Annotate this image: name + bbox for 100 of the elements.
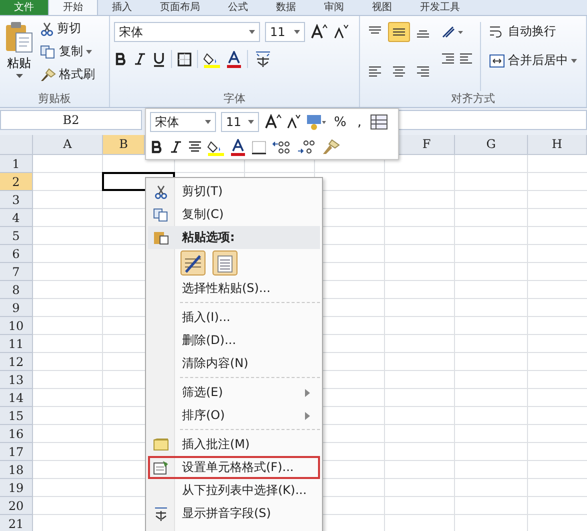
menu-item[interactable]: 删除(D)... — [148, 329, 320, 352]
submenu-arrow-icon — [305, 388, 310, 396]
bold-icon[interactable] — [150, 140, 164, 154]
shrink-font-icon[interactable] — [287, 114, 301, 130]
name-box[interactable]: B2 — [0, 110, 142, 130]
group-label: 剪贴板 — [37, 91, 72, 107]
menu-item[interactable]: 插入批注(M) — [148, 433, 320, 456]
row-header[interactable]: 8 — [0, 281, 33, 299]
font-name-dropdown[interactable]: 宋体 — [114, 22, 260, 42]
menu-item[interactable]: 排序(O) — [148, 404, 320, 427]
menu-item[interactable]: 选择性粘贴(S)... — [148, 277, 320, 300]
menu-item[interactable]: 复制(C) — [148, 203, 320, 226]
ribbon-tab[interactable]: 开始 — [48, 0, 98, 15]
ribbon-tab[interactable]: 审阅 — [310, 0, 358, 15]
wrap-text-button[interactable]: 自动换行 — [487, 22, 579, 41]
caret-icon — [249, 30, 255, 34]
menu-item[interactable]: 显示拼音字段(S) — [148, 502, 320, 525]
row-header[interactable]: 7 — [0, 263, 33, 281]
menu-item[interactable]: 从下拉列表中选择(K)... — [148, 479, 320, 502]
format-painter-button[interactable]: 格式刷 — [38, 65, 97, 84]
copy-button[interactable]: 复制 — [38, 42, 97, 61]
paste-option-icon[interactable] — [180, 250, 206, 276]
align-lines-icon — [391, 64, 407, 78]
increase-decimal-icon[interactable] — [272, 139, 292, 156]
grow-font-icon[interactable] — [310, 24, 328, 40]
row-header[interactable]: 16 — [0, 425, 33, 443]
align-middle-button[interactable] — [388, 22, 410, 42]
row-header[interactable]: 3 — [0, 191, 33, 209]
paste-button[interactable]: 粘贴 — [2, 19, 36, 91]
row-header[interactable]: 13 — [0, 371, 33, 389]
menu-item[interactable]: 清除内容(N) — [148, 352, 320, 375]
font-name-dropdown[interactable]: 宋体 — [150, 112, 216, 132]
menu-item[interactable]: 粘贴选项: — [148, 226, 320, 249]
ribbon-tab[interactable]: 开发工具 — [406, 0, 474, 15]
row-header[interactable]: 12 — [0, 353, 33, 371]
grow-font-icon[interactable] — [264, 114, 282, 130]
menu-item[interactable]: 筛选(E) — [148, 381, 320, 404]
row-header[interactable]: 14 — [0, 389, 33, 407]
center-align-icon[interactable] — [188, 140, 202, 154]
font-color-icon[interactable] — [226, 50, 242, 68]
column-header[interactable]: B — [103, 135, 145, 155]
border-icon[interactable] — [251, 140, 267, 155]
row-header[interactable]: 1 — [0, 155, 33, 173]
row-header[interactable]: 18 — [0, 461, 33, 479]
merge-center-button[interactable]: 合并后居中 — [487, 51, 579, 70]
bold-icon[interactable] — [114, 52, 128, 66]
ribbon-tab[interactable]: 插入 — [98, 0, 146, 15]
row-header[interactable]: 20 — [0, 497, 33, 515]
fill-color-icon[interactable] — [203, 50, 221, 68]
menu-item[interactable]: 插入(I)... — [148, 306, 320, 329]
row-header[interactable]: 10 — [0, 317, 33, 335]
font-size-dropdown[interactable]: 11 — [221, 112, 259, 132]
row-header[interactable]: 21 — [0, 515, 33, 531]
row-header[interactable]: 9 — [0, 299, 33, 317]
row-header[interactable]: 2 — [0, 173, 33, 191]
border-icon[interactable] — [177, 52, 192, 66]
font-color-icon[interactable] — [230, 138, 246, 156]
paste-option-icon[interactable] — [212, 250, 238, 276]
align-lines-icon — [415, 64, 431, 78]
orientation-icon[interactable] — [440, 24, 464, 40]
comma-style-button[interactable]: , — [354, 114, 364, 130]
ribbon-tab[interactable]: 页面布局 — [146, 0, 214, 15]
shrink-font-icon[interactable] — [333, 24, 349, 40]
row-header[interactable]: 17 — [0, 443, 33, 461]
row-header[interactable]: 5 — [0, 227, 33, 245]
table-format-icon[interactable] — [370, 114, 388, 130]
ribbon-tab[interactable]: 文件 — [0, 0, 48, 15]
phonetic-icon[interactable] — [253, 50, 273, 68]
group-label: 对齐方式 — [450, 91, 496, 107]
ribbon-tab[interactable]: 数据 — [262, 0, 310, 15]
row-header[interactable]: 19 — [0, 479, 33, 497]
cut-button[interactable]: 剪切 — [38, 19, 97, 38]
row-header[interactable]: 4 — [0, 209, 33, 227]
submenu-arrow-icon — [305, 412, 310, 420]
row-header[interactable]: 15 — [0, 407, 33, 425]
decrease-decimal-icon[interactable] — [297, 139, 317, 156]
merge-cells-icon — [489, 54, 505, 68]
brush-icon[interactable] — [322, 139, 340, 156]
underline-icon[interactable] — [152, 52, 166, 66]
fill-color-icon[interactable] — [207, 138, 225, 156]
menu-item[interactable]: 剪切(T) — [148, 180, 320, 203]
menu-item[interactable]: 设置单元格格式(F)... — [148, 456, 320, 479]
row-header[interactable]: 6 — [0, 245, 33, 263]
scissors-icon — [154, 184, 168, 198]
italic-icon[interactable] — [169, 140, 183, 154]
align-lines-icon — [367, 64, 383, 78]
row-header[interactable]: 11 — [0, 335, 33, 353]
column-header[interactable]: H — [528, 135, 587, 155]
caret-icon — [294, 30, 300, 34]
font-size-dropdown[interactable]: 11 — [265, 22, 305, 42]
percent-style-button[interactable]: % — [331, 114, 350, 130]
column-header[interactable]: F — [399, 135, 455, 155]
column-header[interactable]: G — [455, 135, 528, 155]
caret-icon — [16, 74, 22, 78]
ribbon-tab[interactable]: 视图 — [358, 0, 406, 15]
caret-icon — [86, 50, 92, 54]
number-format-icon[interactable] — [306, 114, 326, 130]
column-header[interactable]: A — [33, 135, 103, 155]
italic-icon[interactable] — [133, 52, 147, 66]
ribbon-tab[interactable]: 公式 — [214, 0, 262, 15]
